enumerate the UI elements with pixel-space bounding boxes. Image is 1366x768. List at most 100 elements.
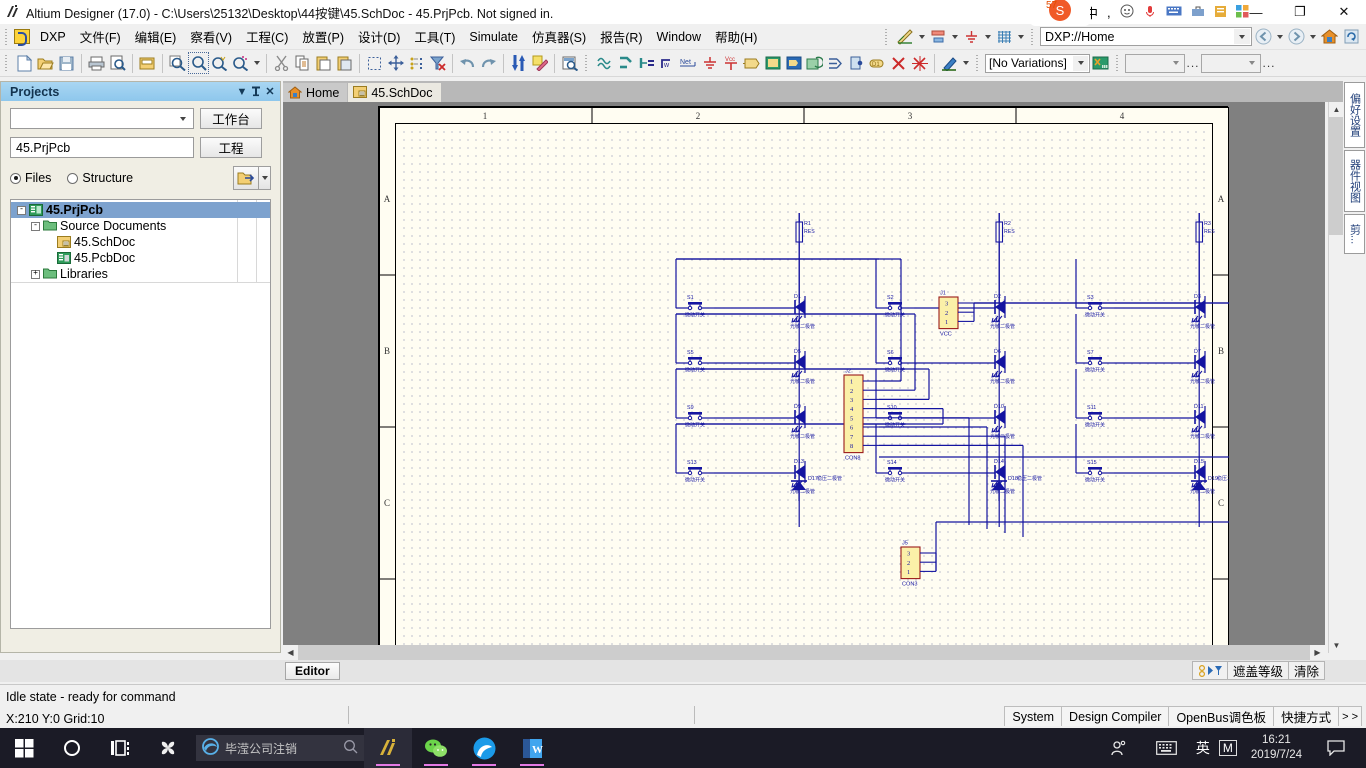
wiring-toolbar-grip[interactable] (584, 54, 591, 72)
ime-toolbox-icon[interactable] (1191, 5, 1205, 21)
zoom-selection-icon[interactable] (188, 52, 209, 74)
tree-item-libraries[interactable]: + Libraries (11, 266, 270, 282)
panel-tab-design-compiler[interactable]: Design Compiler (1061, 706, 1170, 726)
forward-history-caret-icon[interactable] (1307, 26, 1318, 47)
chevron-down-icon[interactable]: ▼ (235, 84, 249, 99)
address-bar[interactable]: DXP://Home (1040, 27, 1252, 46)
pen-dropdown-caret-icon[interactable] (960, 53, 971, 74)
search-icon[interactable] (343, 739, 358, 757)
panel-tab-shortcuts[interactable]: 快捷方式 (1273, 706, 1340, 726)
menu-item-dxp[interactable]: DXP (33, 27, 73, 47)
align-dropdown-caret-icon[interactable] (949, 26, 960, 47)
schematic-canvas[interactable]: 1 2 3 4 1 2 3 4 A B C D A B C D (283, 102, 1325, 653)
cut-icon[interactable] (271, 52, 292, 74)
open-document-icon[interactable] (35, 52, 56, 74)
paste-special-icon[interactable] (334, 52, 355, 74)
zoom-area-icon[interactable] (167, 52, 188, 74)
sheet-entry-icon[interactable] (783, 52, 804, 74)
menu-item-window[interactable]: Window (650, 27, 708, 47)
keyboard-icon[interactable] (1143, 728, 1191, 768)
tree-item-schdoc[interactable]: 45.SchDoc (11, 234, 270, 250)
undo-icon[interactable] (457, 52, 478, 74)
ime-mode-indicator[interactable]: M (1215, 728, 1241, 768)
project-tree[interactable]: - 45.PrjPcb - Source Documents 45.SchDoc… (10, 199, 271, 629)
menu-item-edit[interactable]: 编辑(E) (128, 24, 184, 49)
bus-entry-icon[interactable] (636, 52, 657, 74)
ime-microphone-icon[interactable] (1143, 4, 1157, 21)
back-icon[interactable] (1252, 26, 1274, 47)
cortana-icon[interactable] (48, 728, 96, 768)
panel-tab-system[interactable]: System (1004, 706, 1063, 726)
harness-entry-icon[interactable] (846, 52, 867, 74)
mask-level-icon[interactable] (1191, 661, 1228, 680)
signal-harness-icon[interactable]: D1 (867, 52, 888, 74)
project-button[interactable]: 工程 (200, 137, 262, 158)
copy-icon[interactable] (292, 52, 313, 74)
vtab-clipboard[interactable]: 剪... (1344, 214, 1365, 254)
ime-apps-icon[interactable] (1235, 4, 1249, 21)
variations-icon[interactable] (1090, 52, 1111, 74)
new-document-icon[interactable] (14, 52, 35, 74)
close-icon[interactable]: ✕ (263, 84, 277, 99)
schematic-drawing[interactable]: 1 2 3 4 1 2 3 4 A B C D A B C D (379, 107, 1325, 653)
clear-filter-icon[interactable] (427, 52, 448, 74)
scroll-left-arrow-icon[interactable]: ◀ (283, 645, 298, 660)
netlabel-icon[interactable]: w (657, 52, 678, 74)
wire-icon[interactable] (594, 52, 615, 74)
extra-combo-1-more-button[interactable]: ... (1185, 56, 1201, 70)
tab-home[interactable]: Home (283, 83, 348, 102)
pcb-toolbar-grip[interactable] (1115, 54, 1122, 72)
ime-notebook-icon[interactable] (1214, 5, 1227, 21)
toolbar-grip-2[interactable] (1030, 27, 1037, 46)
extra-combo-1-caret-icon[interactable] (1169, 56, 1183, 71)
variations-combo[interactable]: [No Variations] (985, 53, 1090, 73)
gnd-power-port-icon[interactable] (699, 52, 720, 74)
sheet-symbol-icon[interactable] (762, 52, 783, 74)
net-label-text-icon[interactable]: Net (678, 52, 699, 74)
toolbar-grip-1[interactable] (884, 27, 891, 46)
redo-icon[interactable] (478, 52, 499, 74)
updown-transfer-icon[interactable] (508, 52, 529, 74)
menu-item-design[interactable]: 设计(D) (351, 24, 407, 49)
project-field[interactable]: 45.PrjPcb (10, 137, 194, 158)
taskbar-app-wechat[interactable] (412, 728, 460, 768)
pen-draw-icon[interactable] (939, 52, 960, 74)
no-erc-icon[interactable] (888, 52, 909, 74)
pin-icon[interactable] (249, 84, 263, 99)
menu-item-help[interactable]: 帮助(H) (708, 24, 764, 49)
ruler-measure-icon[interactable] (894, 26, 916, 47)
taskbar-app-word[interactable]: W (508, 728, 556, 768)
menu-item-tools[interactable]: 工具(T) (407, 24, 462, 49)
vtab-component-view[interactable]: 器件视图 (1344, 150, 1365, 212)
tab-45-schdoc[interactable]: 45.SchDoc (348, 83, 441, 102)
toolbar2-grip[interactable] (4, 54, 11, 72)
dxp-logo-icon[interactable] (14, 29, 30, 46)
bus-icon[interactable] (615, 52, 636, 74)
scroll-right-arrow-icon[interactable]: ▶ (1310, 645, 1325, 660)
canvas-vertical-scrollbar[interactable]: ▲ ▼ (1328, 102, 1344, 653)
menu-grip[interactable] (4, 27, 11, 46)
no-erc-clear-icon[interactable] (909, 52, 930, 74)
variations-dropdown-caret-icon[interactable] (1073, 55, 1088, 71)
move-icon[interactable] (385, 52, 406, 74)
grid-dropdown-caret-icon[interactable] (1015, 26, 1026, 47)
ruler-dropdown-caret-icon[interactable] (916, 26, 927, 47)
ime-language-label[interactable]: 英 (1191, 728, 1215, 768)
address-dropdown-caret-icon[interactable] (1234, 29, 1250, 44)
back-history-caret-icon[interactable] (1274, 26, 1285, 47)
radio-structure[interactable]: Structure (67, 171, 133, 185)
save-icon[interactable] (56, 52, 77, 74)
open-project-icon[interactable] (233, 166, 259, 190)
menu-item-view[interactable]: 察看(V) (183, 24, 239, 49)
taskbar-app-qq-browser[interactable] (460, 728, 508, 768)
fit-document-icon[interactable] (137, 52, 158, 74)
extra-combo-2-caret-icon[interactable] (1245, 56, 1259, 71)
workspace-button[interactable]: 工作台 (200, 108, 262, 129)
scroll-up-arrow-icon[interactable]: ▲ (1329, 102, 1344, 117)
extra-combo-2-more-button[interactable]: ... (1261, 56, 1277, 70)
scroll-down-arrow-icon[interactable]: ▼ (1329, 638, 1344, 653)
maximize-button[interactable]: ❐ (1278, 0, 1322, 24)
open-project-dropdown-caret-icon[interactable] (259, 166, 271, 190)
select-area-icon[interactable] (364, 52, 385, 74)
panel-tab-openbus[interactable]: OpenBus调色板 (1168, 706, 1275, 726)
